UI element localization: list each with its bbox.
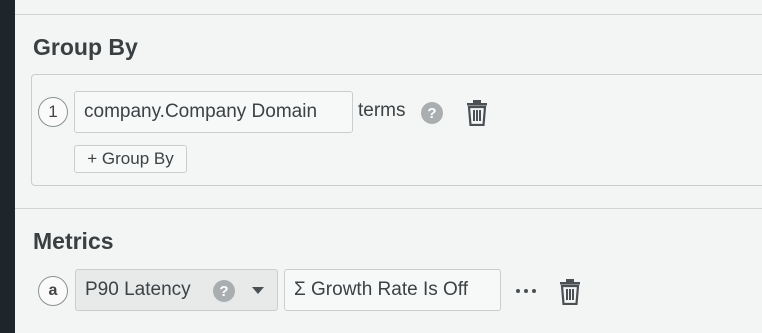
query-builder-frame: Group By 1 company.Company Domain terms …: [0, 0, 762, 333]
metric-name: P90 Latency: [85, 279, 191, 300]
growth-rate-toggle[interactable]: Σ Growth Rate Is Off: [284, 269, 501, 311]
metrics-title: Metrics: [33, 228, 114, 254]
query-panel: Group By 1 company.Company Domain terms …: [15, 0, 762, 333]
metric-selector[interactable]: P90 Latency: [75, 269, 278, 311]
help-icon[interactable]: ?: [213, 280, 235, 302]
section-divider: [15, 14, 762, 15]
trash-icon[interactable]: [559, 279, 581, 305]
trash-icon[interactable]: [466, 100, 488, 126]
metric-index-badge: a: [38, 276, 68, 306]
group-by-index-badge: 1: [38, 97, 68, 127]
section-divider: [15, 208, 762, 209]
group-by-title: Group By: [33, 34, 138, 60]
group-by-type-label: terms: [358, 100, 406, 121]
left-rail: [0, 0, 15, 333]
caret-down-icon[interactable]: [252, 287, 264, 294]
add-group-by-button[interactable]: + Group By: [74, 145, 187, 173]
help-icon[interactable]: ?: [421, 102, 443, 124]
group-by-field-selector[interactable]: company.Company Domain: [74, 91, 353, 133]
more-horizontal-icon[interactable]: [513, 276, 539, 306]
